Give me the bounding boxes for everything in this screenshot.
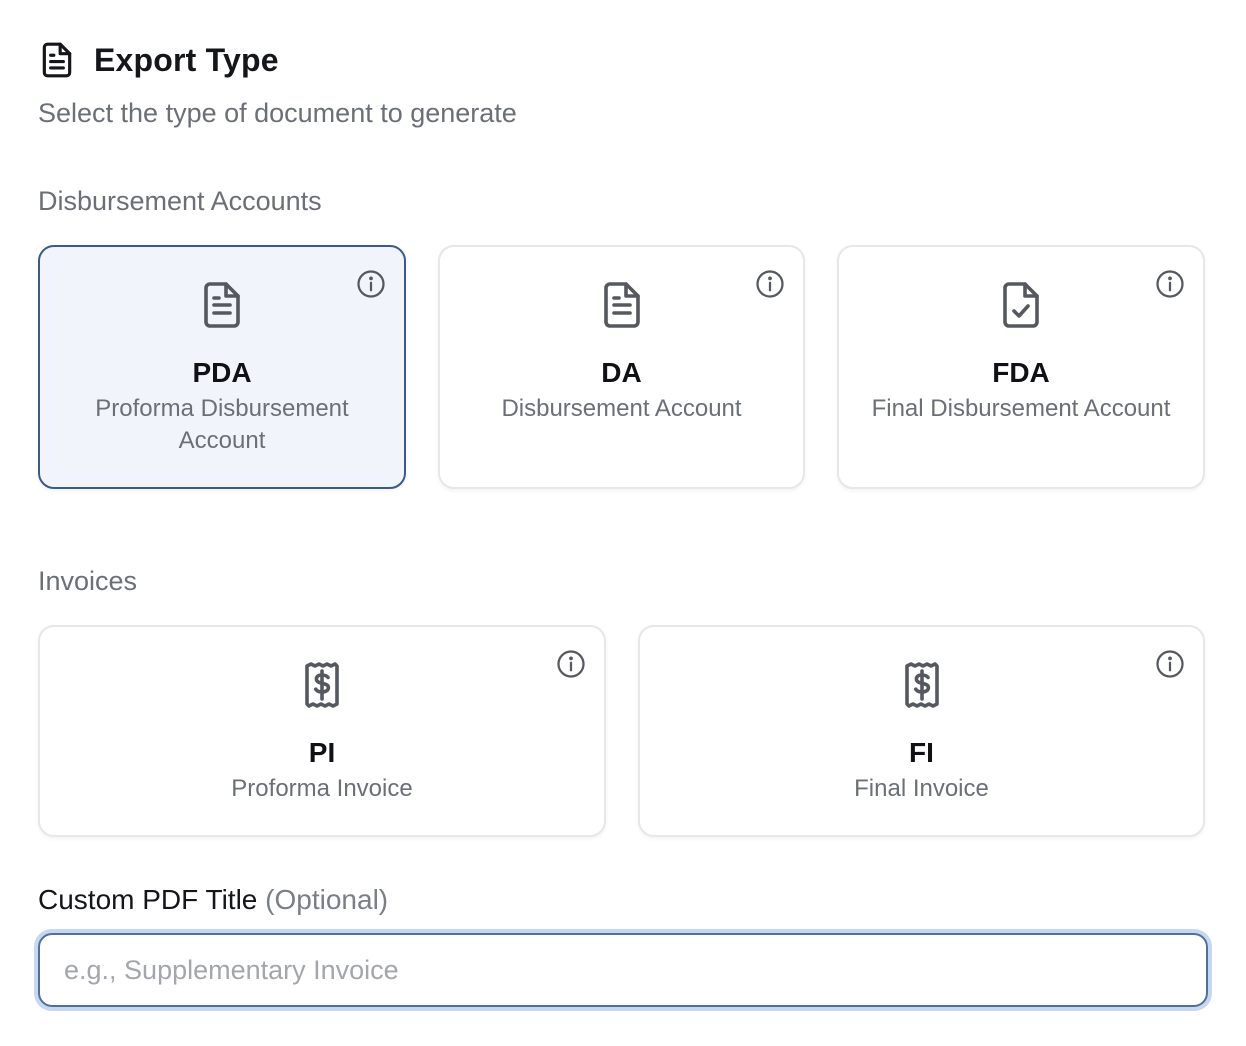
custom-title-input[interactable]: [38, 933, 1208, 1007]
card-description: Final Disbursement Account: [871, 395, 1171, 422]
card-description: Proforma Invoice: [231, 775, 413, 802]
info-icon[interactable]: [556, 649, 586, 679]
card-pda[interactable]: PDA Proforma Disbursement Account: [38, 245, 406, 489]
card-code: DA: [601, 357, 642, 388]
document-icon: [38, 40, 76, 80]
document-lines-icon: [602, 281, 642, 334]
card-code: PDA: [192, 357, 252, 388]
card-fi[interactable]: FI Final Invoice: [638, 625, 1205, 837]
document-lines-icon: [202, 281, 242, 334]
document-check-icon: [1001, 281, 1041, 334]
card-da[interactable]: DA Disbursement Account: [438, 245, 805, 489]
card-fda[interactable]: FDA Final Disbursement Account: [837, 245, 1205, 489]
info-icon[interactable]: [1155, 649, 1185, 679]
card-code: FI: [909, 737, 934, 768]
card-pi[interactable]: PI Proforma Invoice: [38, 625, 606, 837]
section-label-invoices: Invoices: [38, 566, 138, 596]
page-title: Export Type: [94, 41, 279, 78]
receipt-dollar-icon: [902, 661, 942, 714]
receipt-dollar-icon: [302, 661, 342, 714]
card-code: PI: [308, 737, 336, 768]
info-icon[interactable]: [356, 269, 386, 299]
custom-title-label-text: Custom PDF Title: [38, 884, 258, 915]
page-subtitle: Select the type of document to generate: [38, 98, 517, 128]
custom-title-label: Custom PDF Title (Optional): [38, 884, 388, 916]
custom-title-field-wrapper: [34, 929, 1212, 1011]
card-description: Final Invoice: [854, 775, 989, 802]
card-description: Disbursement Account: [501, 395, 742, 422]
info-icon[interactable]: [755, 269, 785, 299]
card-code: FDA: [992, 357, 1050, 388]
info-icon[interactable]: [1155, 269, 1185, 299]
card-description: Proforma Disbursement Account: [95, 395, 349, 454]
page-header: Export Type: [38, 40, 279, 80]
optional-hint: (Optional): [265, 884, 389, 915]
section-label-disbursement: Disbursement Accounts: [38, 186, 322, 216]
